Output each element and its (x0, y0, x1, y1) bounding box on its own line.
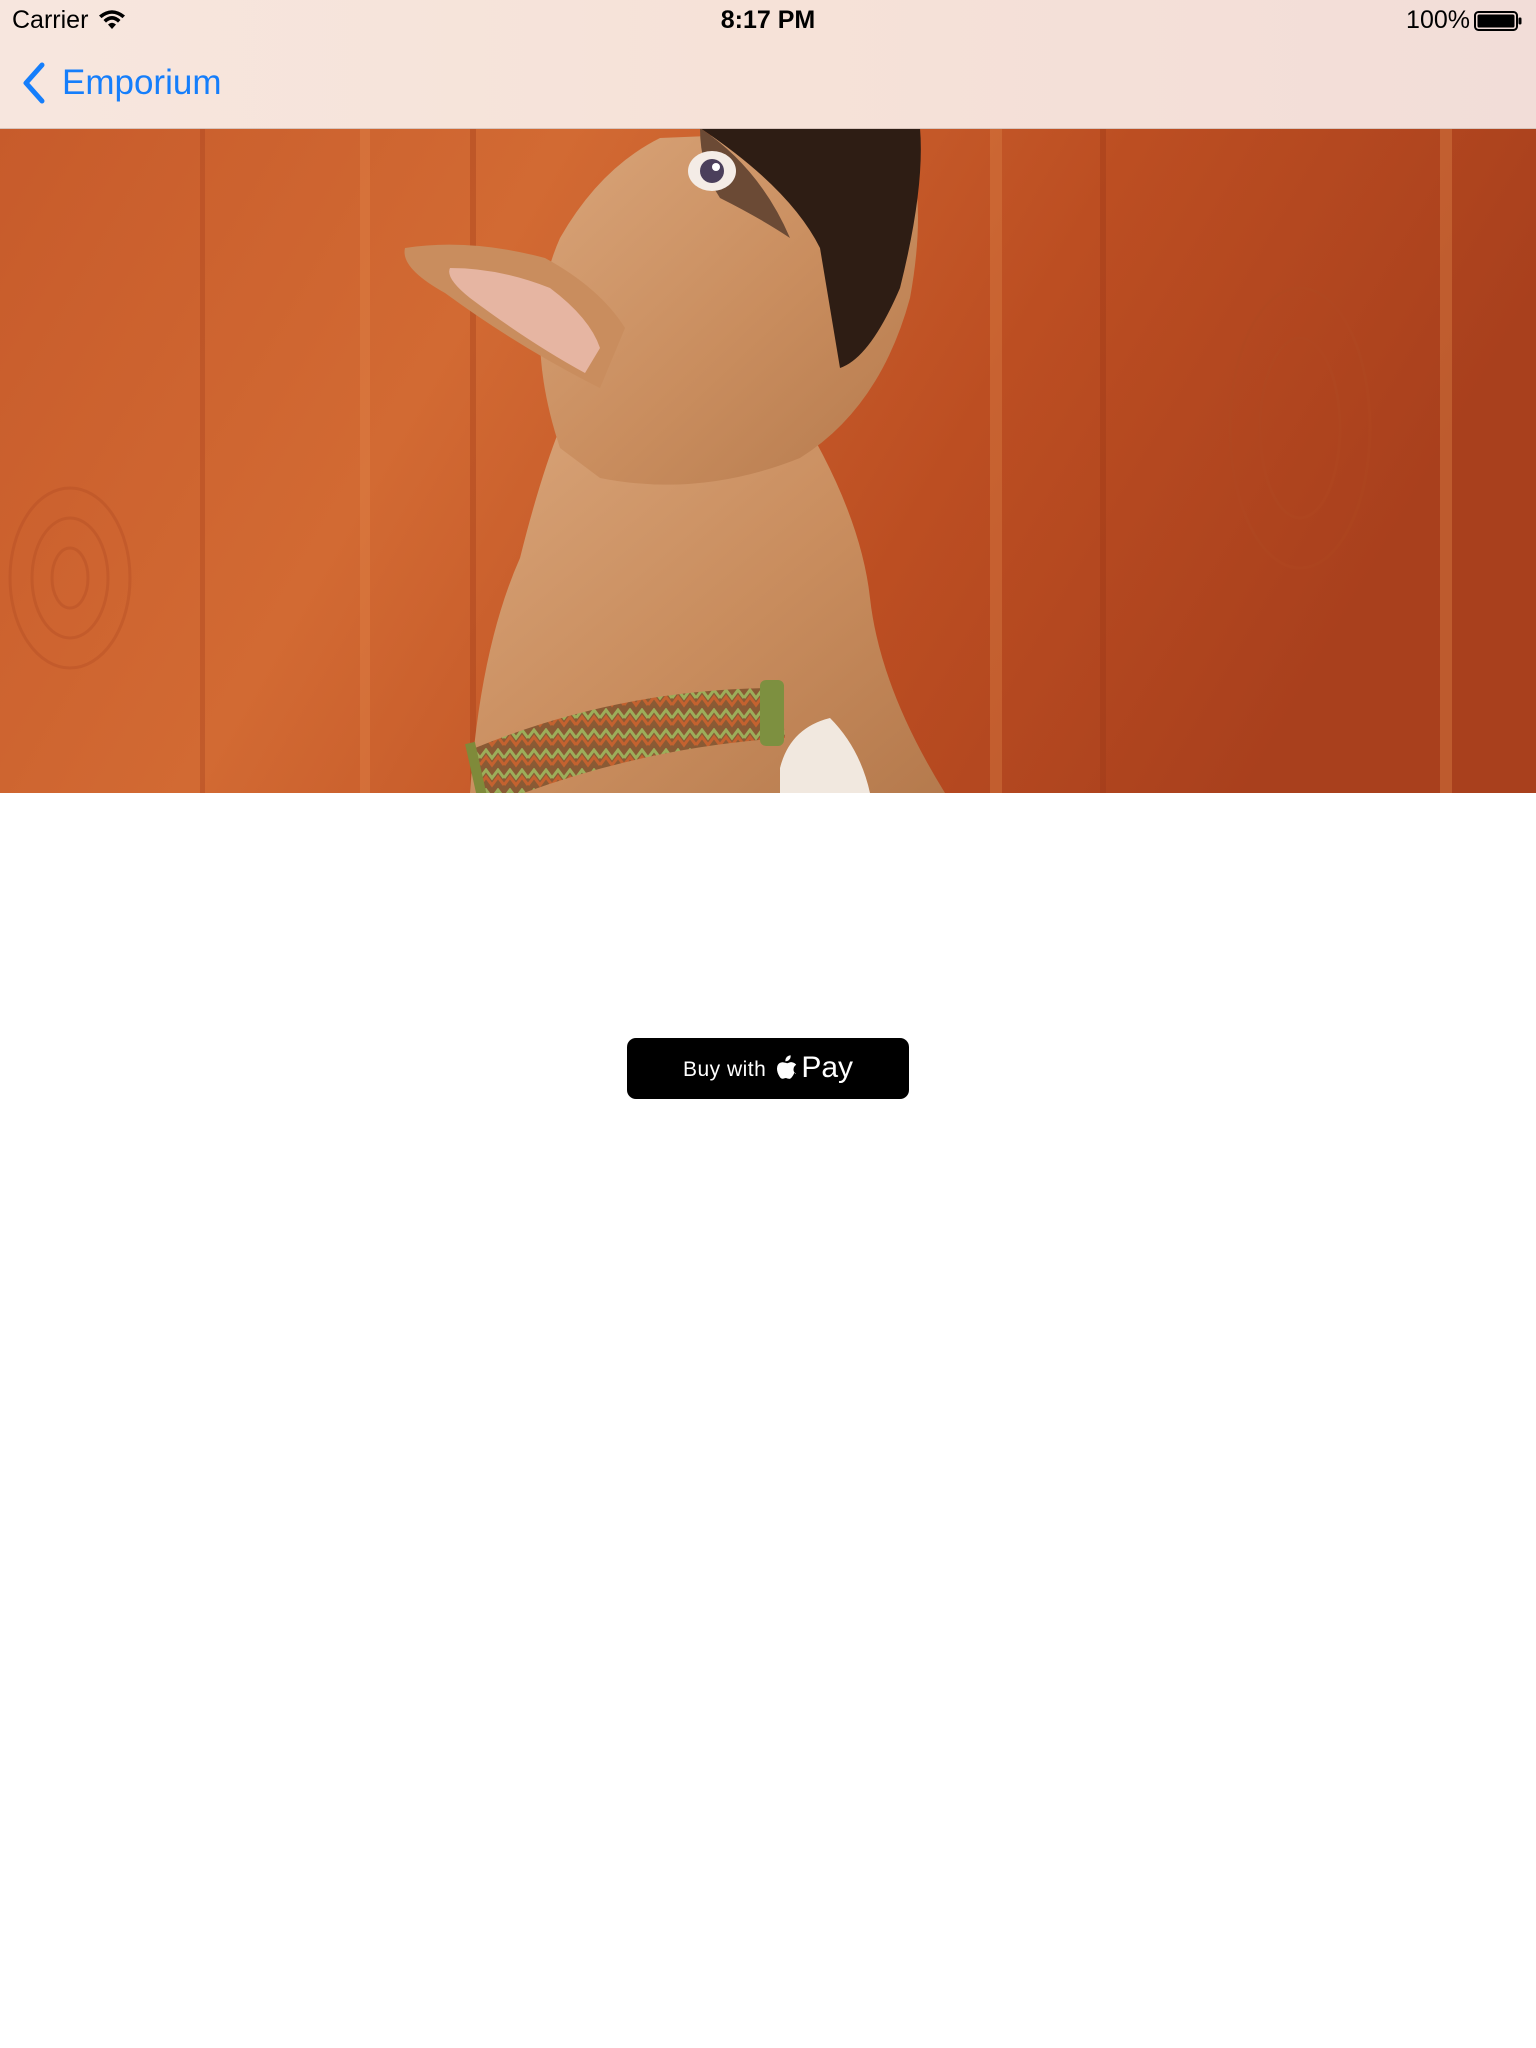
battery-percentage: 100% (1406, 6, 1470, 34)
carrier-label: Carrier (12, 6, 89, 34)
product-photo (0, 128, 1536, 793)
battery-icon (1474, 11, 1522, 31)
clock: 8:17 PM (720, 6, 816, 34)
buy-with-label: Buy with (682, 1057, 767, 1081)
wifi-icon (99, 10, 125, 29)
product-image (0, 128, 1536, 793)
pay-label: Pay (801, 1050, 854, 1084)
apple-logo-icon (777, 1054, 797, 1079)
back-button-label: Emporium (62, 63, 222, 102)
back-chevron-icon (23, 62, 45, 104)
product-screen: Carrier 8:17 PM 100% Emporium Buy with P… (0, 0, 1536, 2048)
top-bars: Carrier 8:17 PM 100% Emporium (0, 0, 1536, 129)
navigation-bar: Emporium (0, 40, 1536, 128)
apple-pay-button[interactable]: Buy with Pay (627, 1038, 909, 1099)
back-button[interactable]: Emporium (20, 60, 221, 106)
status-bar: Carrier 8:17 PM 100% (0, 0, 1536, 40)
